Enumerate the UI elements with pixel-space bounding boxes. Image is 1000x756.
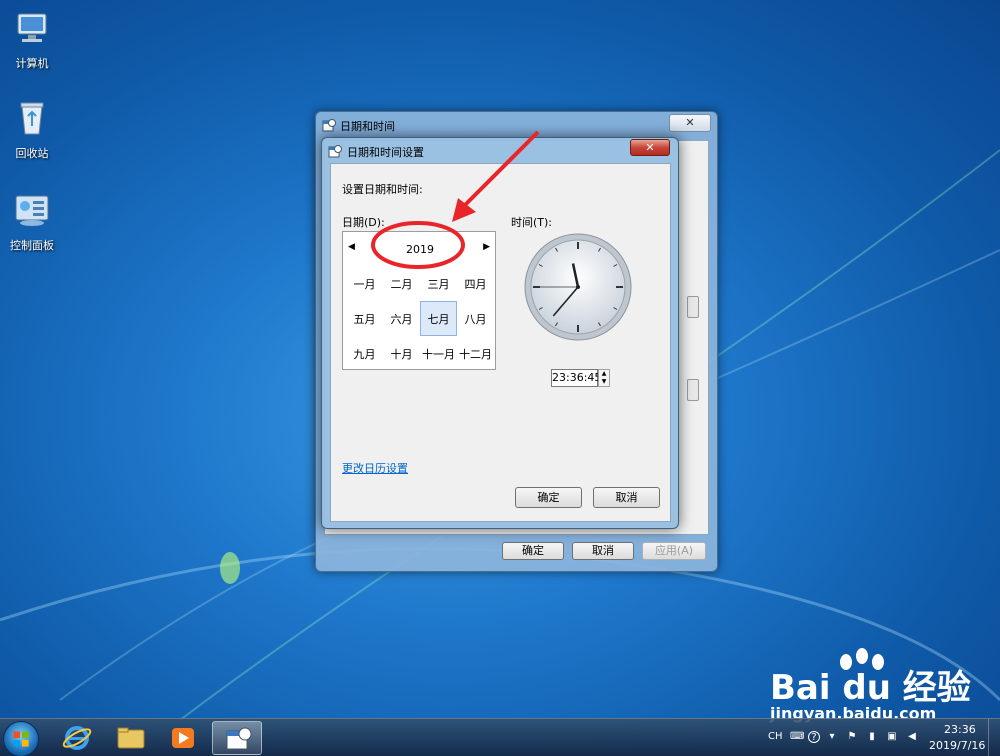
desktop-icon-label: 计算机 [15, 57, 49, 70]
dialog-body: 设置日期和时间: 日期(D): 时间(T): ◀ 2019 ▶ 一月 二月 三月… [330, 163, 671, 522]
close-icon: ✕ [685, 116, 695, 129]
volume-icon[interactable]: ◀ [906, 731, 918, 743]
prev-year-arrow-icon[interactable]: ◀ [348, 242, 355, 252]
month-cell[interactable]: 一月 [346, 266, 383, 301]
month-cell[interactable]: 五月 [346, 301, 383, 336]
month-cell[interactable]: 六月 [383, 301, 420, 336]
date-time-settings-dialog: 日期和时间设置 ✕ 设置日期和时间: 日期(D): 时间(T): ◀ 2019 … [321, 137, 679, 529]
date-time-icon [226, 727, 252, 750]
date-time-icon [322, 119, 336, 132]
month-cell[interactable]: 八月 [457, 301, 494, 336]
keyboard-icon[interactable]: ⌨ [790, 731, 804, 743]
time-spinner[interactable]: ▲ ▼ [598, 369, 610, 387]
month-cell[interactable]: 十二月 [457, 336, 494, 371]
ok-button[interactable]: 确定 [502, 542, 564, 560]
flag-icon[interactable]: ⚑ [846, 731, 858, 743]
month-cell-selected[interactable]: 七月 [420, 301, 457, 336]
clock-time[interactable]: 23:36 [944, 723, 976, 736]
date-label: 日期(D): [342, 216, 385, 229]
dialog-title: 日期和时间设置 [347, 146, 424, 159]
close-icon: ✕ [645, 141, 655, 154]
close-button[interactable]: ✕ [630, 139, 670, 156]
folder-icon [117, 727, 145, 749]
cancel-button[interactable]: 取消 [593, 487, 660, 508]
help-icon[interactable]: ? [808, 731, 820, 743]
computer-icon [17, 13, 47, 42]
clock-date[interactable]: 2019/7/16 [929, 739, 985, 752]
control-panel-icon [15, 195, 49, 226]
language-indicator[interactable]: CH [768, 731, 783, 742]
month-cell[interactable]: 三月 [420, 266, 457, 301]
taskbar-explorer[interactable] [106, 721, 156, 755]
analog-clock [524, 233, 632, 341]
recycle-bin-icon [20, 102, 44, 135]
taskbar-ie[interactable] [52, 721, 102, 755]
internet-explorer-icon [62, 726, 92, 750]
calendar-year-header[interactable]: 2019 [383, 243, 457, 256]
month-cell[interactable]: 九月 [346, 336, 383, 371]
cancel-button[interactable]: 取消 [572, 542, 634, 560]
month-cell[interactable]: 十一月 [420, 336, 457, 371]
hidden-button-stub [687, 379, 699, 401]
time-label: 时间(T): [511, 216, 553, 229]
month-grid: 一月 二月 三月 四月 五月 六月 七月 八月 九月 十月 十一月 十二月 [346, 266, 494, 371]
dialog-heading: 设置日期和时间: [342, 183, 423, 196]
taskbar: CH ⌨ ? ▾ ⚑ ▮ ▣ ◀ 23:36 2019/7/16 [0, 718, 1000, 756]
battery-icon[interactable]: ▮ [866, 731, 878, 743]
ok-button[interactable]: 确定 [515, 487, 582, 508]
date-time-icon [328, 145, 342, 158]
calendar: ◀ 2019 ▶ 一月 二月 三月 四月 五月 六月 七月 八月 九月 十月 十… [342, 231, 496, 370]
windows-logo-icon [13, 731, 29, 747]
taskbar-media-player[interactable] [158, 721, 208, 755]
desktop-icon-label: 回收站 [15, 147, 49, 160]
month-cell[interactable]: 十月 [383, 336, 420, 371]
next-year-arrow-icon[interactable]: ▶ [483, 242, 490, 252]
window-title: 日期和时间 [340, 120, 395, 133]
start-button[interactable] [3, 721, 39, 756]
month-cell[interactable]: 四月 [457, 266, 494, 301]
apply-button[interactable]: 应用(A) [642, 542, 706, 560]
hidden-button-stub [687, 296, 699, 318]
change-calendar-settings-link[interactable]: 更改日历设置 [342, 460, 408, 476]
time-input[interactable]: 23:36:45 [551, 369, 601, 387]
network-icon[interactable]: ▣ [886, 731, 898, 743]
desktop-icon-label: 控制面板 [10, 239, 54, 252]
taskbar-date-time[interactable] [212, 721, 262, 755]
desktop-icon-recycle-bin[interactable]: 回收站 [0, 98, 64, 161]
media-player-icon [172, 728, 194, 748]
show-desktop-button[interactable] [988, 719, 1000, 756]
month-cell[interactable]: 二月 [383, 266, 420, 301]
desktop-icon-computer[interactable]: 计算机 [0, 8, 64, 71]
chevron-down-icon[interactable]: ▾ [826, 731, 838, 743]
spin-up-icon[interactable]: ▲ [599, 370, 609, 378]
close-button[interactable]: ✕ [669, 114, 711, 132]
watermark-text: Bai du 经验 [770, 668, 971, 708]
spin-down-icon[interactable]: ▼ [599, 378, 609, 386]
desktop-icon-control-panel[interactable]: 控制面板 [0, 190, 64, 253]
